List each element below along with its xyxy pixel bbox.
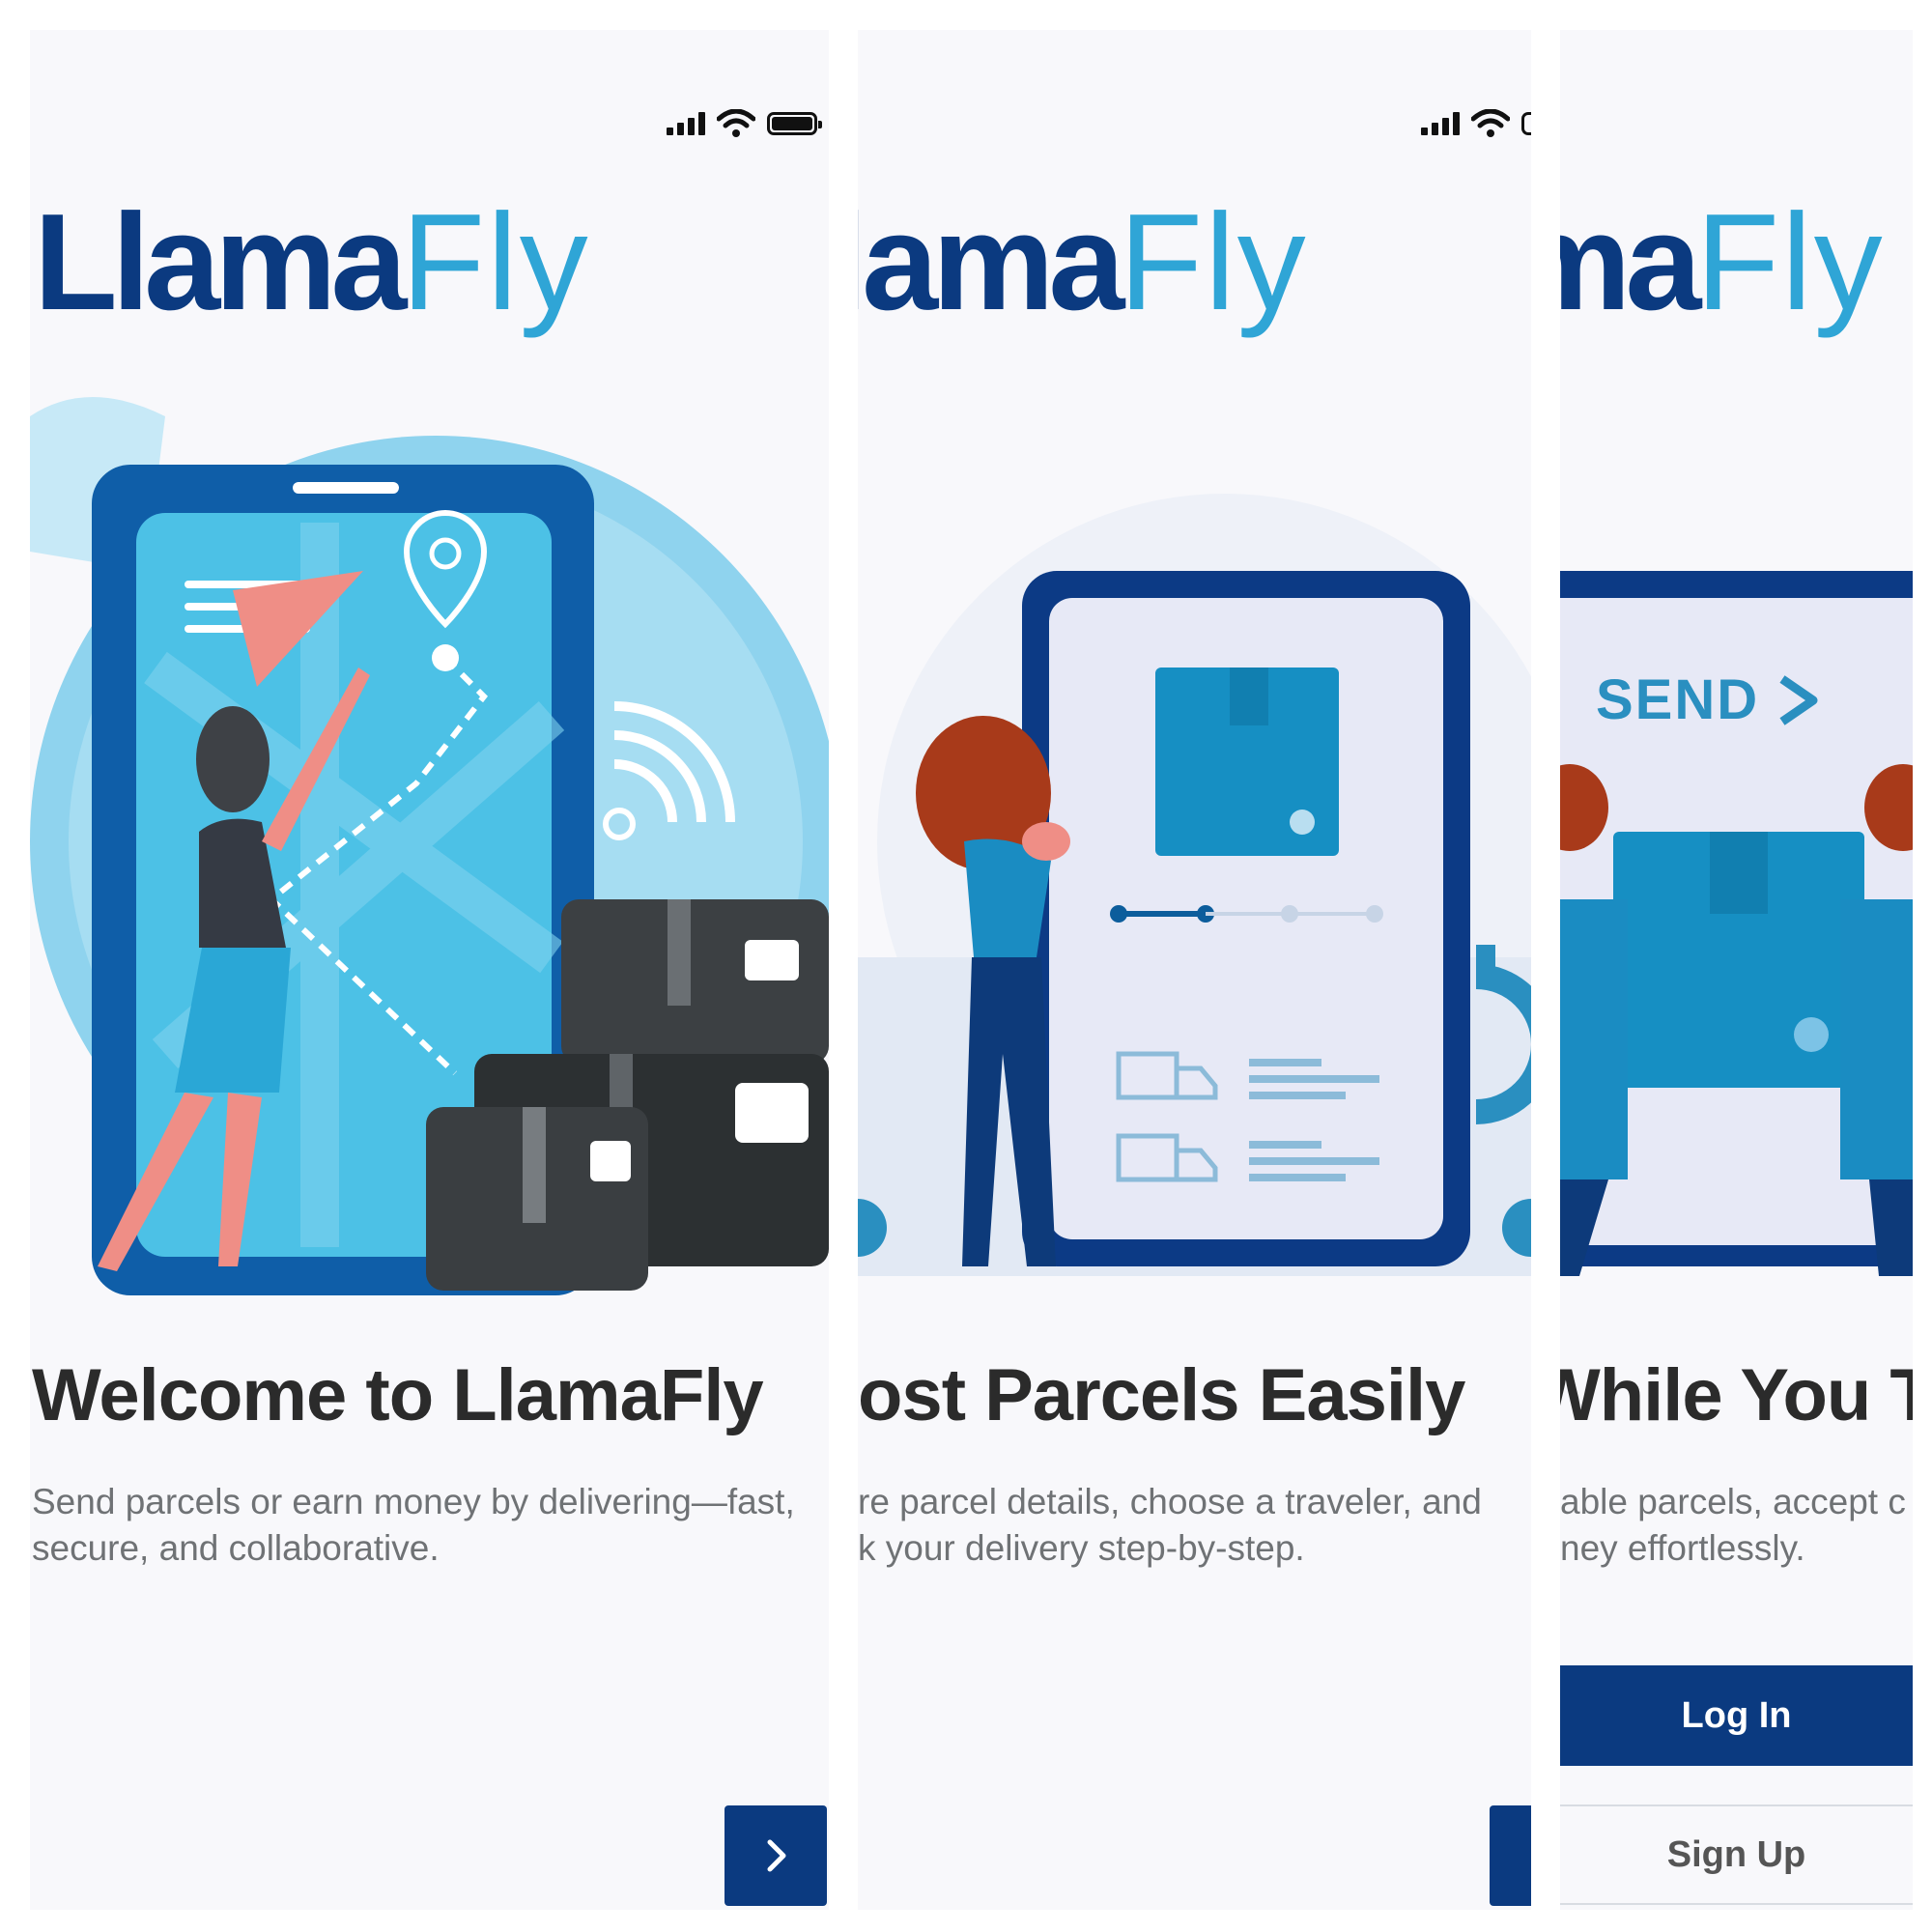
screen-title: Welcome to LlamaFly <box>32 1354 764 1436</box>
app-logo: LlamaFly <box>34 185 590 339</box>
next-button[interactable] <box>1490 1805 1531 1906</box>
screen-description: able parcels, accept c ney effortlessly. <box>1560 1482 1906 1568</box>
onboarding-screen-1: LlamaFly Welcome to LlamaFly Send parcel… <box>30 30 829 1910</box>
app-logo: LlamaFly <box>1560 185 1885 339</box>
login-button[interactable]: Log In <box>1560 1665 1913 1766</box>
illustration-parcel-exchange <box>1560 378 1913 1305</box>
wifi-icon <box>717 109 755 137</box>
next-button[interactable] <box>724 1805 827 1906</box>
onboarding-screen-3: LlamaFly SEND While You T able parcels, … <box>1560 30 1913 1910</box>
status-bar <box>1421 109 1531 138</box>
send-label: SEND <box>1596 668 1760 731</box>
status-bar <box>667 109 822 138</box>
chevron-right-icon <box>767 1839 786 1872</box>
illustration-woman-phone-map <box>30 378 829 1305</box>
onboarding-screen-2: LlamaFly <box>858 30 1531 1910</box>
send-arrow-icon <box>1779 674 1818 725</box>
send-label-group: SEND <box>1596 668 1819 732</box>
signal-icon <box>667 112 705 135</box>
chevron-right-icon <box>1521 1836 1531 1875</box>
signup-button[interactable]: Sign Up <box>1560 1804 1913 1905</box>
wifi-icon <box>1471 109 1510 137</box>
battery-icon <box>1521 112 1531 135</box>
screen-description: re parcel details, choose a traveler, an… <box>858 1482 1482 1568</box>
screen-title: While You T <box>1560 1354 1913 1436</box>
app-logo: LlamaFly <box>858 185 1308 339</box>
battery-icon <box>767 112 822 135</box>
screen-description: Send parcels or earn money by delivering… <box>32 1482 795 1568</box>
screen-title: ost Parcels Easily <box>858 1354 1465 1436</box>
illustration-delivery-status <box>858 378 1531 1305</box>
signal-icon <box>1421 112 1460 135</box>
